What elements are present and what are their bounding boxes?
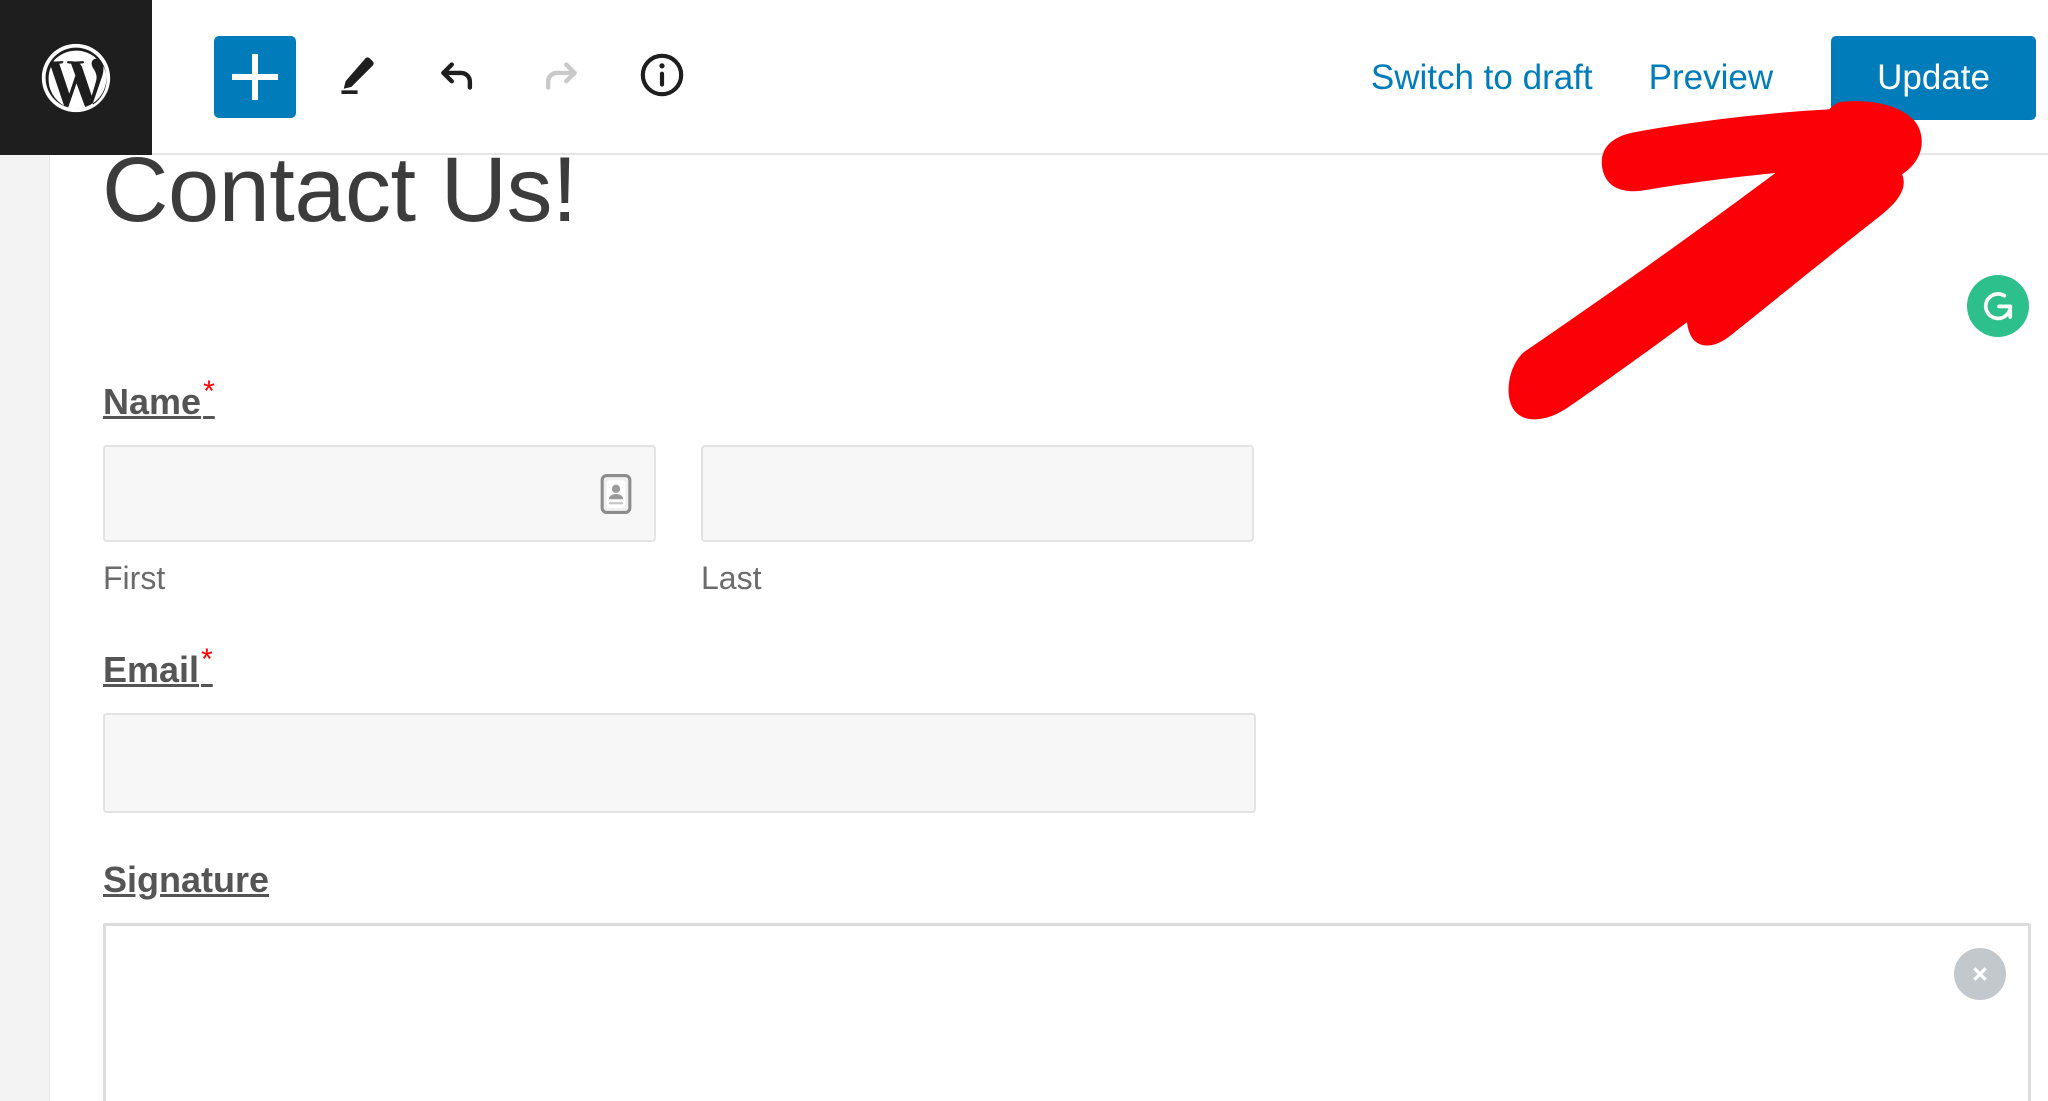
form-field-email: Email* [103,643,2003,813]
pencil-icon [333,52,379,101]
editor-toolbar: Switch to draft Preview Update [0,0,2048,155]
email-input[interactable] [103,713,1256,813]
grammarly-g-icon[interactable] [1967,275,2029,337]
last-name-column: Last [701,445,1254,597]
post-content-area: Contact Us! Name* First Last Email* Sign… [51,155,2048,1101]
form-field-name: Name* First Last [103,375,2003,597]
wordpress-logo-icon [35,37,117,119]
form-field-signature: Signature [103,859,2031,1101]
plus-icon [232,53,278,100]
contact-form: Name* First Last Email* Signature [103,375,2031,1101]
email-field[interactable] [105,715,1254,811]
preview-button[interactable]: Preview [1621,58,1801,98]
info-circle-icon [637,50,687,103]
email-input-wrapper [103,713,1256,813]
details-info-button[interactable] [620,35,704,119]
last-name-input[interactable] [701,445,1254,542]
email-label-text: Email [103,649,200,690]
toolbar-right-actions: Switch to draft Preview Update [1343,0,2048,155]
switch-to-draft-button[interactable]: Switch to draft [1343,58,1621,98]
editor-left-gutter [0,155,50,1101]
last-name-field[interactable] [703,447,1252,540]
update-button[interactable]: Update [1831,35,2036,120]
signature-label: Signature [103,859,270,900]
toolbar-left-tools [152,0,704,153]
required-asterisk: * [203,375,215,408]
first-name-sublabel: First [103,560,166,596]
editor-window: Switch to draft Preview Update Contact U… [0,0,2048,1101]
name-label: Name* [103,375,215,423]
signature-canvas[interactable] [103,923,2031,1101]
redo-button[interactable] [518,35,602,119]
last-name-sublabel: Last [701,560,762,596]
undo-button[interactable] [416,35,500,119]
undo-arrow-icon [433,50,483,103]
first-name-column: First [103,445,656,597]
redo-arrow-icon [535,50,585,103]
name-inputs-row: First Last [103,445,2003,597]
email-label: Email* [103,643,213,691]
clear-circle-x-icon[interactable] [1954,948,2006,1000]
tools-pencil-button[interactable] [314,35,398,119]
wordpress-logo-button[interactable] [0,0,152,155]
name-label-text: Name [103,381,202,422]
first-name-input[interactable] [103,445,656,542]
add-block-button[interactable] [214,35,296,118]
first-name-field[interactable] [105,447,654,540]
page-title[interactable]: Contact Us! [102,155,578,245]
contact-card-autofill-icon[interactable] [600,473,632,514]
required-asterisk: * [201,643,213,676]
